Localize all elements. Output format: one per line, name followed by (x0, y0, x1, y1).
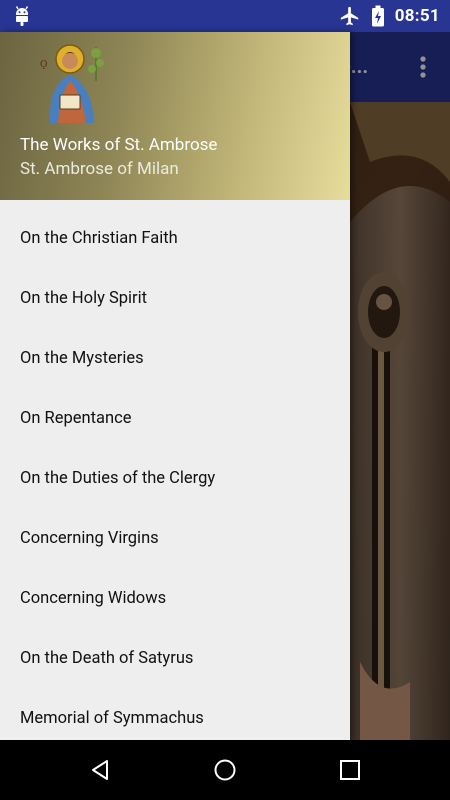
menu-item-christian-faith[interactable]: On the Christian Faith (0, 208, 350, 268)
menu-item-repentance[interactable]: On Repentance (0, 388, 350, 448)
android-debug-icon (12, 5, 32, 27)
status-bar: 08:51 (0, 0, 450, 32)
menu-item-concerning-virgins[interactable]: Concerning Virgins (0, 508, 350, 568)
airplane-mode-icon (339, 5, 361, 27)
saint-icon-image: Ǫ (40, 44, 104, 123)
menu-item-death-of-satyrus[interactable]: On the Death of Satyrus (0, 628, 350, 688)
drawer-header-subtitle: St. Ambrose of Milan (20, 159, 179, 179)
status-time: 08:51 (394, 6, 440, 26)
home-icon[interactable] (210, 756, 240, 784)
battery-charging-icon (371, 5, 385, 27)
recents-icon[interactable] (335, 756, 365, 784)
menu-item-mysteries[interactable]: On the Mysteries (0, 328, 350, 388)
system-nav-bar (0, 740, 450, 800)
navigation-drawer: Ǫ The Works of St. Ambrose St. Ambrose o… (0, 32, 350, 740)
menu-item-holy-spirit[interactable]: On the Holy Spirit (0, 268, 350, 328)
drawer-menu-list: On the Christian Faith On the Holy Spiri… (0, 200, 350, 740)
svg-text:Ǫ: Ǫ (40, 60, 47, 70)
drawer-header: Ǫ The Works of St. Ambrose St. Ambrose o… (0, 32, 350, 200)
menu-item-memorial-of-symmachus[interactable]: Memorial of Symmachus (0, 688, 350, 740)
back-icon[interactable] (85, 756, 115, 784)
menu-item-duties-of-clergy[interactable]: On the Duties of the Clergy (0, 448, 350, 508)
drawer-header-title: The Works of St. Ambrose (20, 135, 218, 155)
menu-item-concerning-widows[interactable]: Concerning Widows (0, 568, 350, 628)
